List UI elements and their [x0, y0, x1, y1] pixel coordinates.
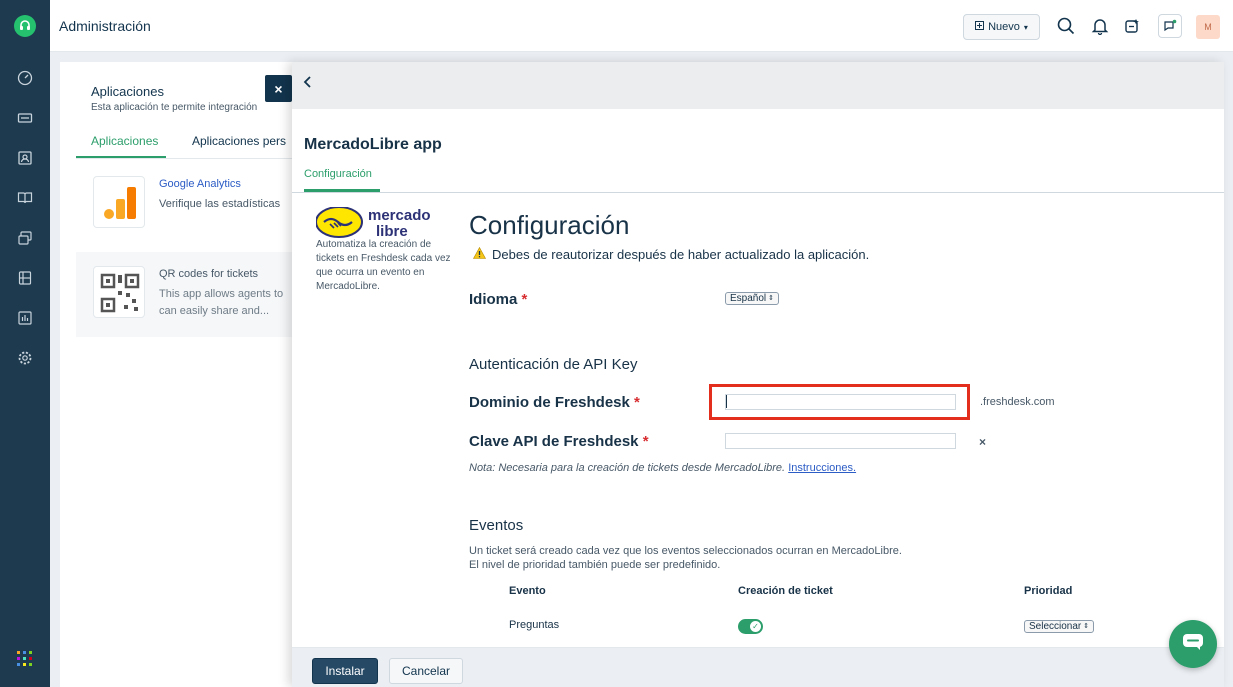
panel-footer: Instalar Cancelar — [292, 647, 1224, 687]
domain-suffix: .freshdesk.com — [980, 396, 1055, 408]
app-description: This app allows agents to can easily sha… — [159, 288, 284, 317]
user-avatar[interactable]: M — [1196, 15, 1220, 39]
tabs-divider — [76, 158, 300, 159]
top-header: Administración Nuevo ▾ M — [50, 0, 1233, 52]
api-section-title: Autenticación de API Key — [469, 356, 638, 373]
search-icon[interactable] — [1056, 16, 1076, 36]
clear-icon[interactable]: × — [979, 435, 986, 449]
new-button[interactable]: Nuevo ▾ — [963, 14, 1040, 40]
language-value: Español — [730, 293, 767, 304]
warning-text: Debes de reautorizar después de haber ac… — [492, 247, 870, 262]
contacts-icon[interactable] — [15, 148, 35, 168]
warning-icon — [472, 246, 487, 262]
event-name: Preguntas — [509, 619, 560, 631]
logo-text-top: mercado — [368, 207, 431, 224]
reauth-warning: Debes de reautorizar después de haber ac… — [472, 246, 870, 262]
text-caret — [726, 395, 727, 408]
required-marker: * — [642, 433, 649, 450]
app-description: Verifique las estadísticas — [159, 198, 281, 210]
chat-widget-button[interactable] — [1169, 620, 1217, 668]
select-arrows-icon: ⇕ — [1083, 623, 1090, 630]
notifications-bell-icon[interactable] — [1090, 16, 1110, 36]
language-label: Idioma * — [469, 291, 528, 308]
chat-assistant-icon[interactable] — [1158, 14, 1182, 38]
page-title: Administración — [59, 18, 151, 34]
create-ticket-toggle[interactable]: ✓ — [738, 619, 763, 634]
plus-square-icon — [975, 21, 985, 33]
logo-text-bottom: libre — [376, 223, 408, 239]
google-analytics-icon — [93, 176, 145, 228]
column-create-ticket: Creación de ticket — [738, 585, 833, 597]
dashboard-icon[interactable] — [15, 68, 35, 88]
apps-background-panel: Aplicaciones Esta aplicación te permite … — [60, 62, 300, 687]
app-card-qr-codes[interactable]: QR codes for tickets This app allows age… — [76, 252, 300, 337]
app-description: Automatiza la creación de tickets en Fre… — [316, 239, 451, 292]
new-button-label: Nuevo — [988, 21, 1020, 33]
check-icon: ✓ — [750, 621, 761, 632]
tab-custom-applications[interactable]: Aplicaciones pers — [192, 134, 286, 148]
select-arrows-icon: ⇕ — [768, 295, 775, 302]
apps-page-subtitle: Esta aplicación te permite integración — [91, 102, 258, 113]
events-title: Eventos — [469, 517, 524, 534]
tickets-icon[interactable] — [15, 108, 35, 128]
instructions-link[interactable]: Instrucciones. — [788, 462, 856, 474]
chat-bubble-icon — [1182, 633, 1204, 656]
app-name[interactable]: QR codes for tickets — [159, 268, 258, 280]
apps-page-title: Aplicaciones — [91, 84, 164, 99]
app-name[interactable]: Google Analytics — [159, 178, 241, 190]
knowledge-base-icon[interactable] — [15, 188, 35, 208]
settings-icon[interactable] — [15, 348, 35, 368]
domain-label: Dominio de Freshdesk * — [469, 394, 640, 411]
help-widget-icon[interactable] — [1123, 16, 1143, 36]
left-sidebar — [0, 0, 50, 687]
configuration-heading: Configuración — [469, 210, 630, 240]
api-key-label: Clave API de Freshdesk * — [469, 433, 649, 450]
forums-icon[interactable] — [15, 228, 35, 248]
back-arrow-icon[interactable] — [302, 74, 316, 92]
priority-select[interactable]: Seleccionar ⇕ — [1024, 620, 1095, 633]
panel-header — [292, 62, 1224, 109]
qr-code-icon — [93, 266, 145, 318]
domain-input[interactable] — [725, 394, 956, 410]
tab-applications[interactable]: Aplicaciones — [91, 134, 158, 148]
column-priority: Prioridad — [1024, 585, 1073, 597]
cancel-button[interactable]: Cancelar — [389, 658, 463, 684]
required-marker: * — [521, 291, 528, 308]
app-title: MercadoLibre app — [304, 136, 442, 153]
mercadolibre-logo: mercado libre — [315, 206, 446, 240]
install-button[interactable]: Instalar — [312, 658, 378, 684]
app-card-google-analytics[interactable]: Google Analytics Verifique las estadísti… — [76, 162, 300, 246]
api-key-note: Nota: Necesaria para la creación de tick… — [469, 462, 857, 474]
api-key-input[interactable] — [725, 433, 956, 449]
groups-icon[interactable] — [15, 268, 35, 288]
required-marker: * — [634, 394, 640, 411]
freshdesk-logo[interactable] — [14, 15, 36, 37]
close-icon[interactable]: × — [265, 75, 292, 102]
tab-configuration[interactable]: Configuración — [304, 168, 372, 180]
events-description: Un ticket será creado cada vez que los e… — [469, 545, 902, 571]
column-event: Evento — [509, 585, 546, 597]
priority-value: Seleccionar — [1029, 621, 1082, 632]
language-select[interactable]: Español ⇕ — [725, 292, 780, 305]
reports-icon[interactable] — [15, 308, 35, 328]
app-switcher-icon[interactable] — [17, 651, 33, 667]
chevron-down-icon: ▾ — [1023, 22, 1028, 32]
tabs-divider — [292, 192, 1224, 193]
app-config-panel: MercadoLibre app Configuración mercado l… — [292, 62, 1224, 687]
